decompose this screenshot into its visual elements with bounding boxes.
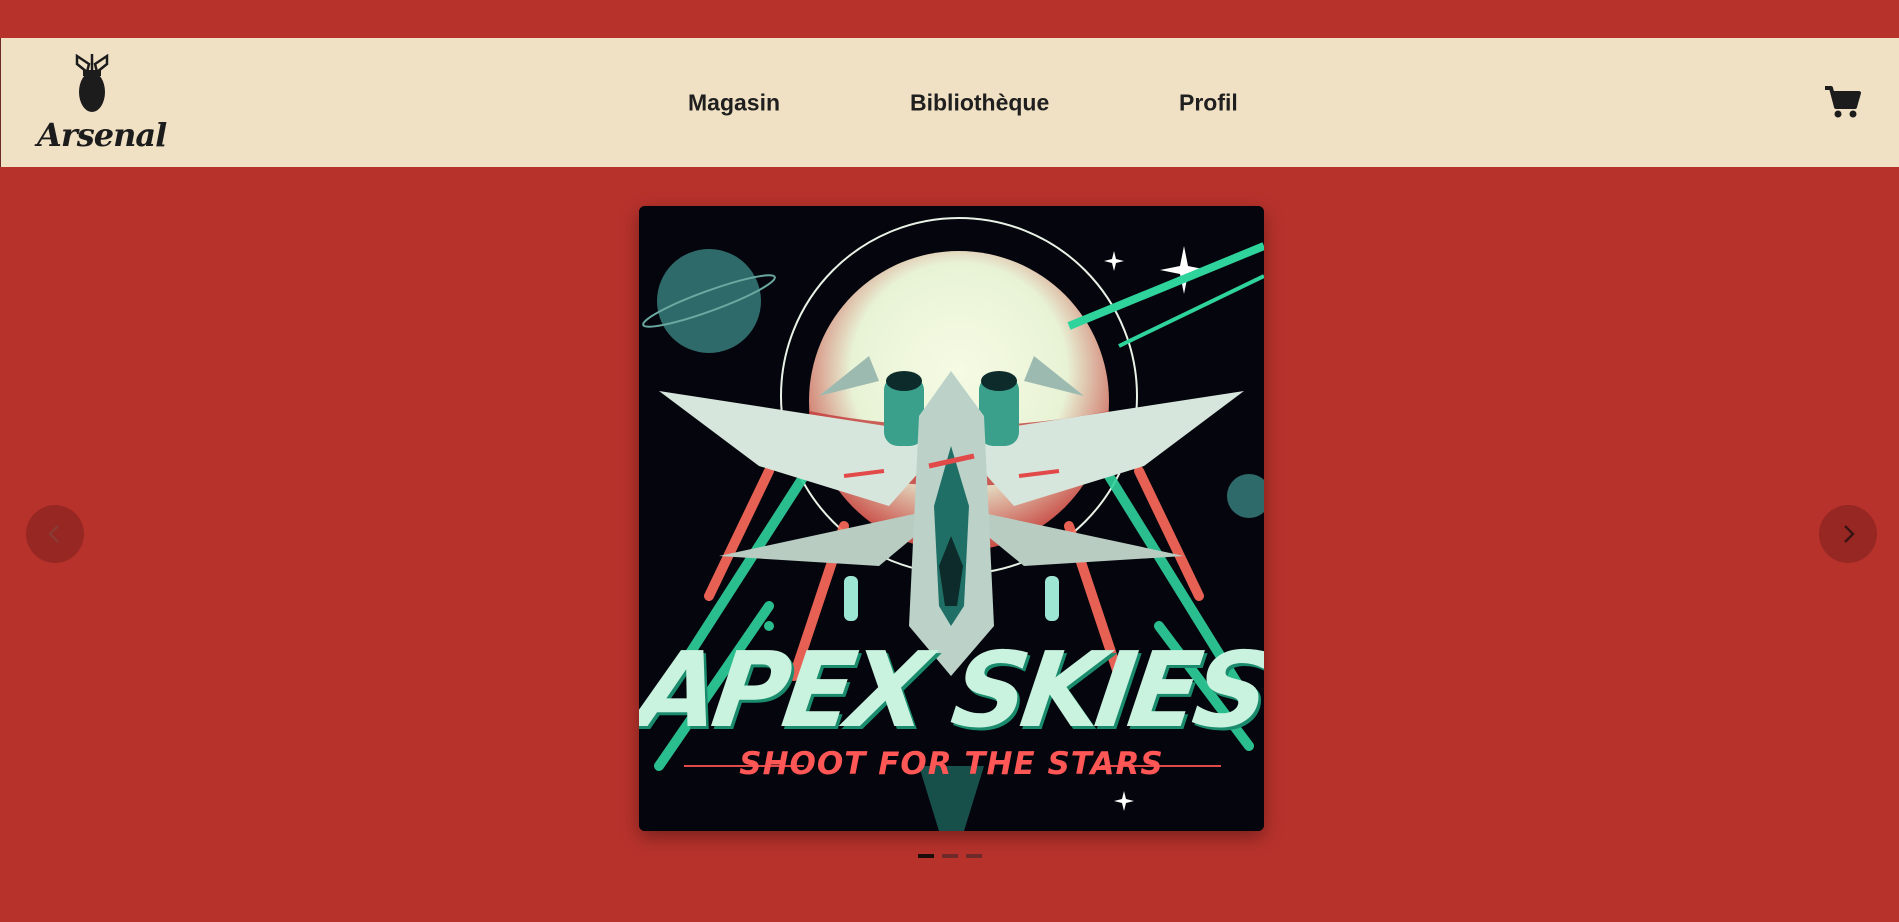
brand-logo[interactable]: Arsenal	[37, 54, 167, 154]
nav-item-magasin[interactable]: Magasin	[688, 89, 780, 116]
carousel-dot-2[interactable]	[942, 854, 958, 858]
carousel-indicators	[918, 854, 982, 858]
nav-item-profil[interactable]: Profil	[1179, 89, 1238, 116]
header-bar: Arsenal Magasin Bibliothèque Profil	[0, 38, 1899, 167]
nav-item-bibliotheque[interactable]: Bibliothèque	[910, 89, 1049, 116]
slide-title: APEX SKIES	[639, 629, 1264, 751]
brand-name: Arsenal	[37, 116, 167, 154]
chevron-right-icon	[1844, 525, 1855, 543]
chevron-left-icon	[48, 525, 59, 543]
bomb-icon	[75, 54, 109, 112]
carousel-dot-3[interactable]	[966, 854, 982, 858]
carousel-slide[interactable]: APEX SKIES SHOOT FOR THE STARS	[639, 206, 1264, 831]
carousel-next-button[interactable]	[1819, 505, 1877, 563]
carousel-prev-button[interactable]	[26, 505, 84, 563]
slide-subtitle: SHOOT FOR THE STARS	[739, 746, 1164, 782]
cart-icon	[1825, 86, 1861, 118]
carousel-dot-1[interactable]	[918, 854, 934, 858]
cart-button[interactable]	[1825, 85, 1861, 119]
